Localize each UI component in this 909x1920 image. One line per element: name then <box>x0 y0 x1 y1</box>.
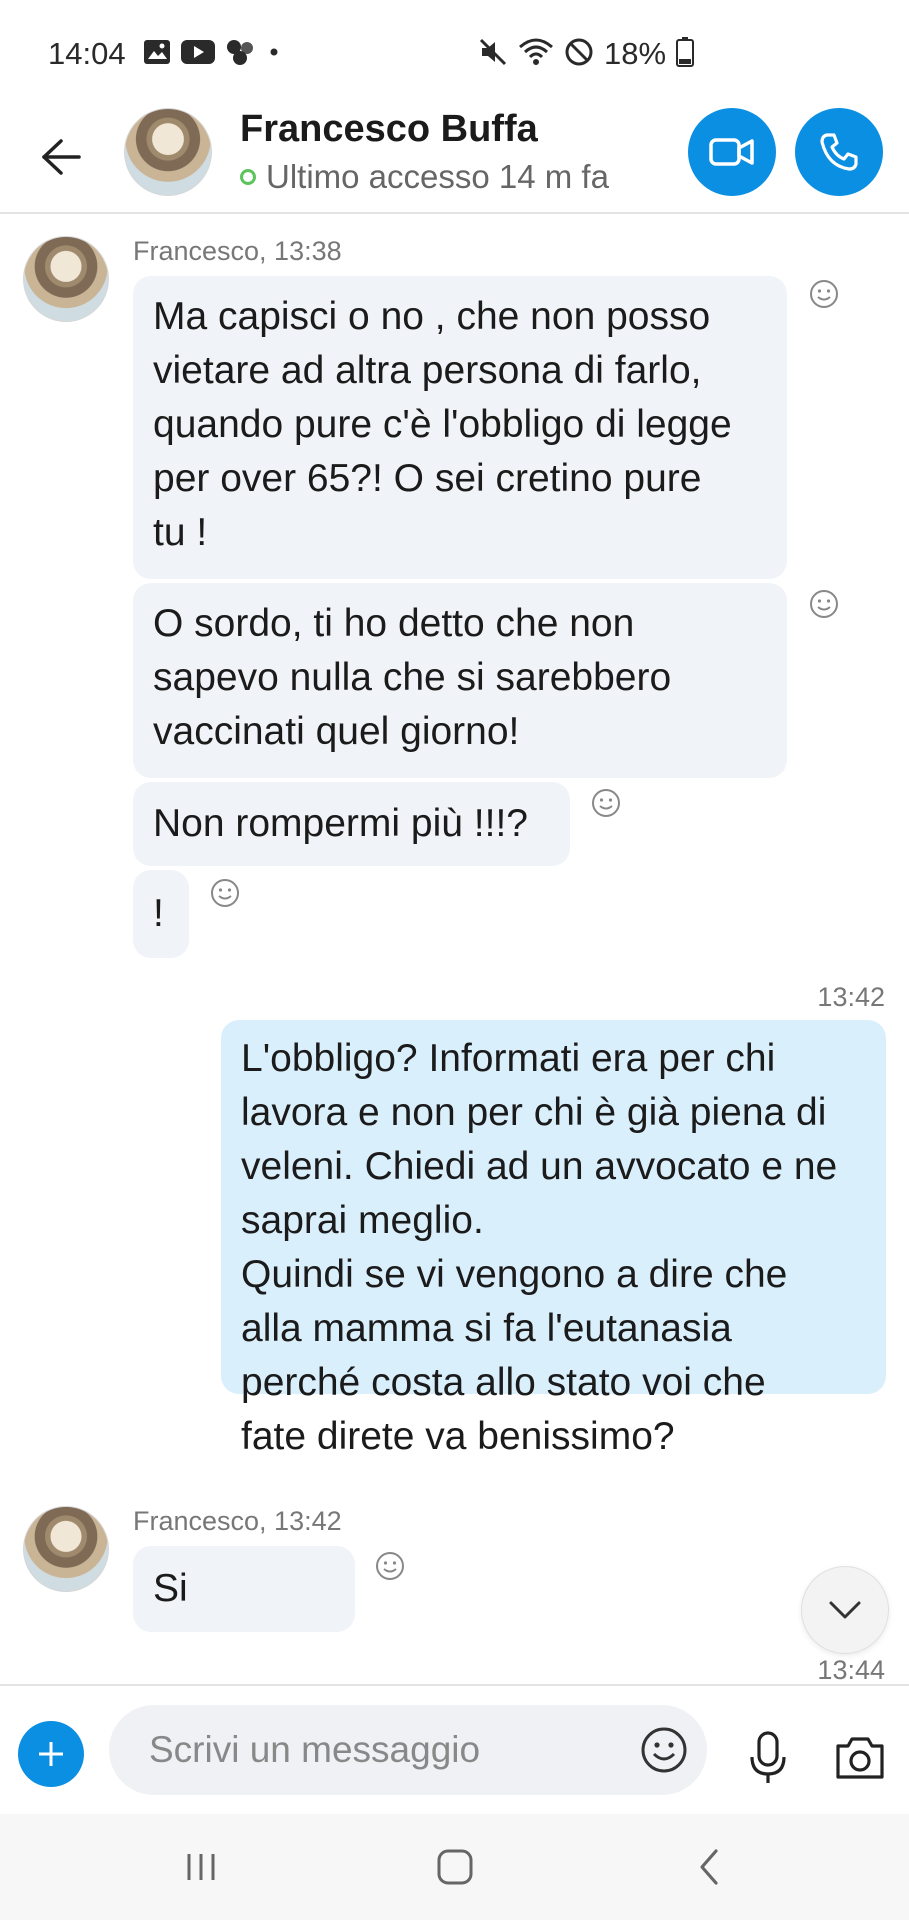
more-notifications-dot <box>267 45 281 64</box>
youtube-icon <box>181 40 215 69</box>
sender-avatar[interactable] <box>23 1506 109 1592</box>
message-composer <box>0 1684 909 1814</box>
message-timestamp: 13:44 <box>817 1655 885 1684</box>
message-line: veleni. Chiedi ad un avvocato e ne <box>241 1145 838 1188</box>
message-line: alla mamma si fa l'eutanasia <box>241 1307 732 1350</box>
message-line: sapevo nulla che si sarebbero <box>153 656 672 699</box>
cluster-icon <box>225 38 257 71</box>
message-line: perché costa allo stato voi che <box>241 1361 766 1404</box>
add-reaction-icon[interactable] <box>209 877 241 909</box>
video-camera-icon <box>709 138 754 166</box>
message-line: O sordo, ti ho detto che non <box>153 602 635 645</box>
add-attachment-button[interactable] <box>18 1721 84 1787</box>
system-navigation-bar <box>0 1814 909 1920</box>
video-call-button[interactable] <box>688 108 776 196</box>
sender-meta: Francesco, 13:42 <box>133 1506 342 1536</box>
add-reaction-icon[interactable] <box>374 1550 406 1582</box>
message-line: Ma capisci o no , che non posso <box>153 295 711 338</box>
system-icons: 18% <box>478 36 695 72</box>
message-input-wrapper <box>109 1705 707 1795</box>
recent-apps-icon <box>187 1854 215 1880</box>
message-line: per over 65?! O sei cretino pure <box>153 457 702 500</box>
message-line: vietare ad altra persona di farlo, <box>153 349 702 392</box>
home-icon <box>437 1849 473 1885</box>
message-timestamp: 13:42 <box>817 982 885 1012</box>
sender-avatar[interactable] <box>23 236 109 322</box>
presence-indicator <box>240 169 256 185</box>
mute-icon <box>478 37 508 72</box>
message-list[interactable]: Francesco, 13:38 Ma capisci o no , che n… <box>0 216 909 1684</box>
recent-apps-button[interactable] <box>176 1842 226 1892</box>
microphone-icon[interactable] <box>743 1730 793 1786</box>
camera-icon[interactable] <box>833 1732 887 1782</box>
last-seen-text: Ultimo accesso 14 m fa <box>266 158 609 195</box>
message-line: Quindi se vi vengono a dire che <box>241 1253 788 1296</box>
message-bubble[interactable]: O sordo, ti ho detto che non sapevo null… <box>133 583 787 778</box>
chevron-down-icon <box>829 1601 861 1619</box>
battery-percent: 18% <box>604 36 667 71</box>
contact-status: Ultimo accesso 14 m fa <box>240 158 609 196</box>
plus-icon <box>39 1742 63 1766</box>
outgoing-message-bubble[interactable]: L'obbligo? Informati era per chi lavora … <box>221 1020 886 1458</box>
chat-header: Francesco Buffa Ultimo accesso 14 m fa <box>0 100 909 214</box>
home-button[interactable] <box>430 1842 480 1892</box>
status-bar: 14:04 18% <box>0 0 909 100</box>
message-bubble[interactable]: Ma capisci o no , che non posso vietare … <box>133 276 787 579</box>
contact-avatar[interactable] <box>124 108 212 196</box>
system-back-button[interactable] <box>684 1842 734 1892</box>
chevron-left-icon <box>700 1849 718 1885</box>
scroll-to-bottom-button[interactable] <box>801 1566 889 1654</box>
gallery-icon <box>143 39 171 70</box>
message-line: Si <box>153 1567 188 1610</box>
phone-icon <box>820 133 858 171</box>
add-reaction-icon[interactable] <box>808 588 840 620</box>
status-time: 14:04 <box>48 36 126 71</box>
voice-call-button[interactable] <box>795 108 883 196</box>
add-reaction-icon[interactable] <box>808 278 840 310</box>
message-line: lavora e non per chi è già piena di <box>241 1091 827 1134</box>
message-line: quando pure c'è l'obbligo di legge <box>153 403 732 446</box>
message-line: saprai meglio. <box>241 1199 484 1242</box>
battery-icon <box>676 36 695 72</box>
message-line: fate direte va benissimo? <box>241 1415 675 1458</box>
emoji-icon[interactable] <box>639 1725 689 1775</box>
message-line: Non rompermi più !!!? <box>153 802 528 845</box>
back-button[interactable] <box>34 130 88 184</box>
back-arrow-icon <box>42 139 81 175</box>
add-reaction-icon[interactable] <box>590 787 622 819</box>
message-bubble[interactable]: Non rompermi più !!!? <box>133 782 570 866</box>
message-line: L'obbligo? Informati era per chi <box>241 1037 776 1080</box>
sender-meta: Francesco, 13:38 <box>133 236 342 266</box>
message-line: vaccinati quel giorno! <box>153 710 520 753</box>
message-line: ! <box>153 892 164 935</box>
message-line: tu ! <box>153 511 208 554</box>
notification-icons <box>143 38 281 71</box>
contact-name[interactable]: Francesco Buffa <box>240 108 538 151</box>
message-input[interactable] <box>149 1723 619 1777</box>
wifi-icon <box>518 37 554 72</box>
block-icon <box>564 37 594 72</box>
message-bubble[interactable]: ! <box>133 870 189 958</box>
message-bubble[interactable]: Si <box>133 1546 355 1632</box>
